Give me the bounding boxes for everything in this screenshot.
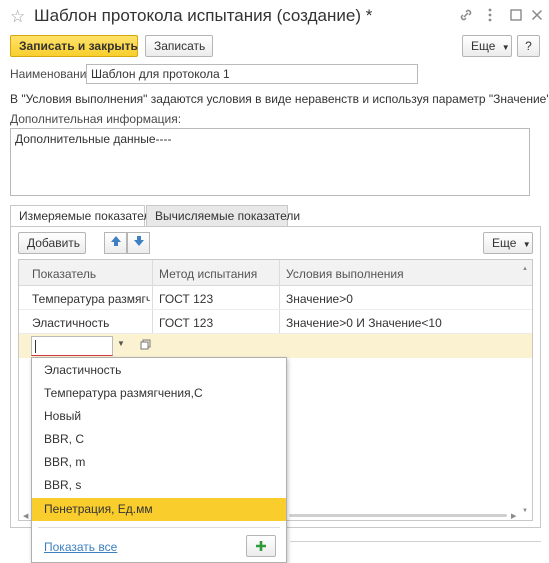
- tab-measured[interactable]: Измеряемые показатели: [10, 205, 157, 227]
- arrow-down-icon: [133, 236, 144, 246]
- show-all-link[interactable]: Показать все: [44, 540, 117, 554]
- move-down-button[interactable]: [127, 232, 150, 254]
- dropdown-item-selected[interactable]: Пенетрация, Ед.мм: [32, 498, 286, 521]
- window-title: Шаблон протокола испытания (создание) *: [34, 6, 373, 25]
- chevron-down-icon: ▼: [522, 240, 531, 249]
- text-cursor: [35, 340, 36, 353]
- indicator-input[interactable]: [31, 336, 113, 356]
- row-conditions-cell: Значение>0 И Значение<10: [286, 316, 442, 330]
- dropdown-divider: [38, 527, 280, 528]
- name-label: Наименование:: [10, 67, 97, 81]
- favorite-star-icon[interactable]: ☆: [10, 7, 25, 27]
- row-conditions-cell: Значение>0: [286, 292, 353, 306]
- save-and-close-button[interactable]: Записать и закрыть: [10, 35, 138, 57]
- maximize-icon[interactable]: [510, 8, 522, 24]
- scroll-up-icon[interactable]: ▲: [522, 266, 528, 272]
- row-indicator-cell: Эластичность: [32, 316, 110, 330]
- dropdown-item[interactable]: BBR, s: [32, 474, 286, 497]
- dropdown-toggle-icon[interactable]: ▼: [117, 339, 125, 348]
- dropdown-item[interactable]: Температура размягчения,С: [32, 382, 286, 405]
- horizontal-scrollbar[interactable]: [289, 514, 507, 517]
- row-method-cell: ГОСТ 123: [159, 292, 214, 306]
- form-bottom-divider: [290, 541, 541, 542]
- column-header-conditions[interactable]: Условия выполнения: [286, 267, 404, 281]
- table-more-button[interactable]: Еще ▼: [483, 232, 533, 254]
- move-up-button[interactable]: [104, 232, 127, 254]
- save-button[interactable]: Записать: [145, 35, 213, 57]
- more-button[interactable]: Еще ▼: [462, 35, 512, 57]
- scroll-down-icon[interactable]: ▼: [522, 508, 528, 514]
- add-row-button[interactable]: Добавить: [18, 232, 86, 254]
- help-button[interactable]: ?: [517, 35, 540, 57]
- table-more-label: Еще: [492, 236, 517, 250]
- add-item-button[interactable]: [246, 535, 276, 557]
- dropdown-item[interactable]: Новый: [32, 405, 286, 428]
- dropdown-item[interactable]: BBR, C: [32, 428, 286, 451]
- conditions-hint: В "Условия выполнения" задаются условия …: [10, 92, 549, 106]
- arrow-up-icon: [110, 236, 121, 246]
- link-icon[interactable]: [459, 8, 473, 25]
- more-vertical-icon[interactable]: [487, 7, 493, 26]
- column-header-method[interactable]: Метод испытания: [159, 267, 257, 281]
- plus-icon: [256, 541, 266, 551]
- additional-info-label: Дополнительная информация:: [10, 112, 182, 126]
- close-icon[interactable]: [531, 8, 543, 24]
- scroll-left-icon[interactable]: ◀: [23, 512, 28, 520]
- scroll-right-icon[interactable]: ▶: [511, 512, 516, 520]
- row-method-cell: ГОСТ 123: [159, 316, 214, 330]
- additional-info-textarea[interactable]: Дополнительные данные----: [10, 128, 530, 196]
- tab-calculated[interactable]: Вычисляемые показатели: [146, 205, 300, 227]
- more-label: Еще: [471, 39, 496, 53]
- chevron-down-icon: ▼: [501, 43, 510, 52]
- dropdown-item[interactable]: Эластичность: [32, 359, 286, 382]
- row-indicator-cell: Температура размягч...: [32, 292, 150, 306]
- column-header-indicator[interactable]: Показатель: [32, 267, 96, 281]
- name-field[interactable]: Шаблон для протокола 1: [86, 64, 418, 84]
- dropdown-item[interactable]: BBR, m: [32, 451, 286, 474]
- open-form-icon[interactable]: [140, 339, 151, 353]
- indicator-dropdown[interactable]: Эластичность Температура размягчения,С Н…: [31, 357, 287, 563]
- additional-info-value: Дополнительные данные----: [15, 132, 172, 146]
